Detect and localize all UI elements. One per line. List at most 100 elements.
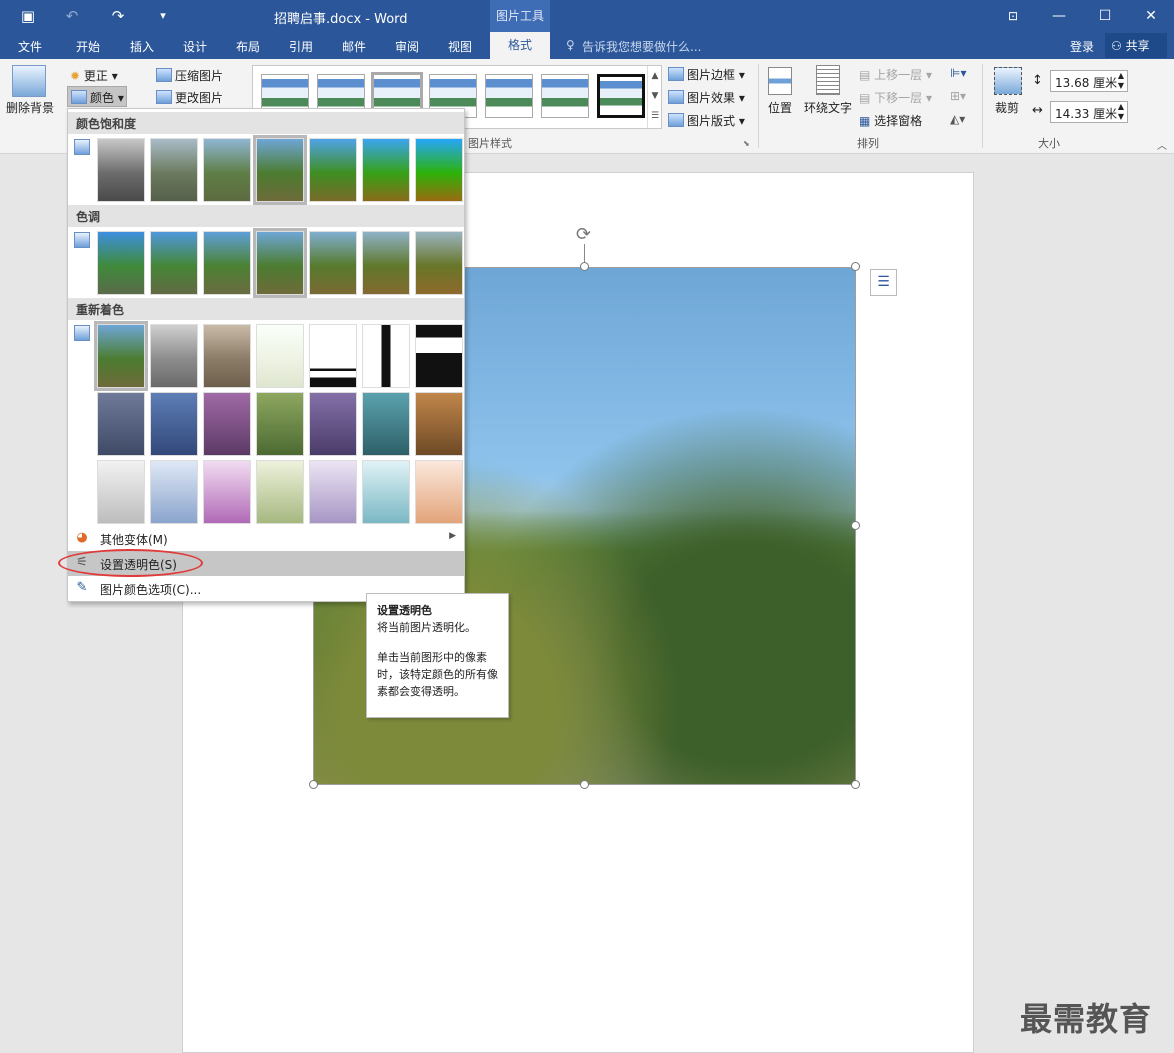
recolor-option[interactable] xyxy=(150,392,198,456)
recolor-option[interactable] xyxy=(362,324,410,388)
corrections-button[interactable]: ✹ 更正 ▾ xyxy=(70,67,118,84)
crop-button[interactable]: 裁剪 xyxy=(995,99,1019,116)
undo-icon[interactable]: ↶ xyxy=(62,6,82,26)
resize-handle[interactable] xyxy=(580,780,589,789)
tab-layout[interactable]: 布局 xyxy=(236,38,260,55)
style-thumb[interactable] xyxy=(485,74,533,118)
saturation-option[interactable] xyxy=(203,138,251,202)
redo-icon[interactable]: ↷ xyxy=(108,6,128,26)
tab-home[interactable]: 开始 xyxy=(76,38,100,55)
ribbon-display-icon[interactable]: ⊡ xyxy=(990,0,1036,32)
annotation-ring xyxy=(58,549,203,577)
saturation-option[interactable] xyxy=(415,138,463,202)
recolor-option[interactable] xyxy=(97,392,145,456)
width-spinner[interactable]: 14.33 厘米 ▲ ▼ xyxy=(1050,101,1128,123)
recolor-option[interactable] xyxy=(256,392,304,456)
rotate-handle-icon[interactable]: ⟳ xyxy=(576,224,591,245)
position-icon[interactable] xyxy=(768,67,792,95)
tone-option[interactable] xyxy=(203,231,251,295)
dialog-launcher-icon[interactable]: ⬊ xyxy=(743,139,750,148)
saturation-option[interactable] xyxy=(150,138,198,202)
rotate-icon[interactable]: ◭▾ xyxy=(950,112,965,126)
remove-background-button[interactable]: 删除背景 xyxy=(6,99,54,116)
tab-mailings[interactable]: 邮件 xyxy=(342,38,366,55)
resize-handle[interactable] xyxy=(309,780,318,789)
tab-file[interactable]: 文件 xyxy=(18,38,42,55)
tone-option[interactable] xyxy=(415,231,463,295)
picture-effects-button[interactable]: 图片效果 ▾ xyxy=(668,89,745,106)
resize-handle[interactable] xyxy=(851,262,860,271)
resize-handle[interactable] xyxy=(851,521,860,530)
recolor-option[interactable] xyxy=(97,460,145,524)
picture-border-button[interactable]: 图片边框 ▾ xyxy=(668,66,745,83)
recolor-option[interactable] xyxy=(150,460,198,524)
share-button[interactable]: ⚇ 共享 xyxy=(1105,33,1167,58)
recolor-option-selected[interactable] xyxy=(94,321,148,391)
recolor-option[interactable] xyxy=(309,460,357,524)
align-icon[interactable]: ⊫▾ xyxy=(950,66,966,80)
saturation-option[interactable] xyxy=(309,138,357,202)
tone-option[interactable] xyxy=(309,231,357,295)
minimize-button[interactable]: — xyxy=(1036,0,1082,32)
save-icon[interactable]: ▣ xyxy=(18,6,38,26)
gallery-scroll[interactable]: ▲ ▼ ☰ xyxy=(647,66,662,128)
more-variants-item[interactable]: ◕ 其他变体(M) ▶ xyxy=(68,526,464,551)
saturation-option[interactable] xyxy=(97,138,145,202)
recolor-option[interactable] xyxy=(362,460,410,524)
recolor-option[interactable] xyxy=(309,324,357,388)
bring-forward-icon: ▤ xyxy=(859,68,871,82)
tab-format[interactable]: 格式 xyxy=(490,32,550,59)
style-thumb[interactable] xyxy=(541,74,589,118)
share-label: 共享 xyxy=(1125,39,1150,53)
tab-view[interactable]: 视图 xyxy=(448,38,472,55)
tooltip-line2: 单击当前图形中的像素时，该特定颜色的所有像素都会变得透明。 xyxy=(377,651,498,698)
recolor-option[interactable] xyxy=(203,324,251,388)
recolor-option[interactable] xyxy=(362,392,410,456)
tab-references[interactable]: 引用 xyxy=(289,38,313,55)
height-spinner[interactable]: 13.68 厘米 ▲ ▼ xyxy=(1050,70,1128,92)
color-wheel-icon: ◕ xyxy=(76,530,88,545)
position-button[interactable]: 位置 xyxy=(768,99,792,116)
compress-pictures-button[interactable]: 压缩图片 xyxy=(156,67,223,84)
tab-insert[interactable]: 插入 xyxy=(130,38,154,55)
recolor-option[interactable] xyxy=(203,392,251,456)
resize-handle[interactable] xyxy=(580,262,589,271)
recolor-option[interactable] xyxy=(415,324,463,388)
tone-option[interactable] xyxy=(150,231,198,295)
collapse-ribbon-icon[interactable]: ︿ xyxy=(1157,137,1167,152)
recolor-option[interactable] xyxy=(256,460,304,524)
change-picture-button[interactable]: 更改图片 xyxy=(156,89,223,106)
tone-option-selected[interactable] xyxy=(253,228,307,298)
wrap-text-button[interactable]: 环绕文字 xyxy=(804,99,852,116)
recolor-option[interactable] xyxy=(309,392,357,456)
tone-option[interactable] xyxy=(97,231,145,295)
recolor-option[interactable] xyxy=(415,392,463,456)
tone-option[interactable] xyxy=(362,231,410,295)
login-link[interactable]: 登录 xyxy=(1070,38,1094,55)
tell-me-box[interactable]: 告诉我您想要做什么... xyxy=(582,38,701,55)
color-icon xyxy=(71,90,87,104)
crop-icon[interactable] xyxy=(994,67,1022,95)
saturation-option-selected[interactable] xyxy=(253,135,307,205)
remove-background-icon[interactable] xyxy=(12,65,46,97)
wrap-text-icon[interactable] xyxy=(816,65,840,95)
picture-layout-button[interactable]: 图片版式 ▾ xyxy=(668,112,745,129)
layout-options-icon[interactable]: ☰ xyxy=(870,269,897,296)
tab-design[interactable]: 设计 xyxy=(183,38,207,55)
recolor-option[interactable] xyxy=(415,460,463,524)
customize-qat-icon[interactable]: ▾ xyxy=(153,6,173,26)
tone-icon xyxy=(74,232,90,248)
maximize-button[interactable]: ☐ xyxy=(1082,0,1128,32)
recolor-option[interactable] xyxy=(150,324,198,388)
selection-pane-button[interactable]: ▦ 选择窗格 xyxy=(859,112,922,129)
tab-review[interactable]: 审阅 xyxy=(395,38,419,55)
resize-handle[interactable] xyxy=(851,780,860,789)
saturation-option[interactable] xyxy=(362,138,410,202)
saturation-header: 颜色饱和度 xyxy=(68,112,464,134)
close-button[interactable]: ✕ xyxy=(1128,0,1174,32)
recolor-option[interactable] xyxy=(256,324,304,388)
recolor-option[interactable] xyxy=(203,460,251,524)
sun-icon: ✹ xyxy=(70,69,81,83)
style-thumb[interactable] xyxy=(597,74,645,118)
tone-header: 色调 xyxy=(68,205,464,227)
